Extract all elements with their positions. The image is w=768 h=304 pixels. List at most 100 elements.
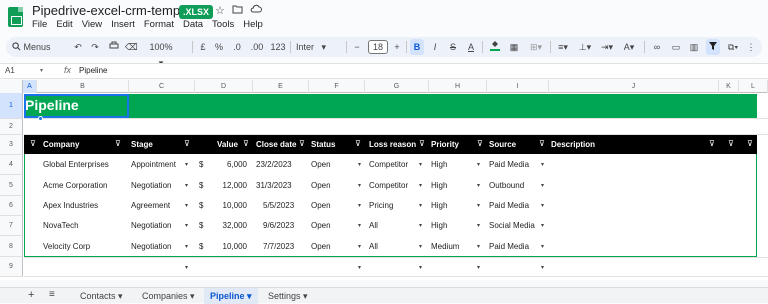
column-header-k[interactable]: K — [719, 80, 739, 93]
cell-status[interactable]: Open — [311, 160, 331, 169]
cell-value[interactable]: 10,000 — [218, 242, 247, 251]
filter-icon[interactable]: ⊽ — [299, 139, 305, 148]
cell-source[interactable]: Outbound — [489, 181, 524, 190]
all-sheets-icon[interactable]: ≡ — [49, 289, 55, 300]
cell-value[interactable]: 6,000 — [218, 160, 247, 169]
dropdown-arrow-icon[interactable]: ▾ — [477, 161, 480, 168]
dropdown-arrow-icon[interactable]: ▾ — [358, 222, 361, 229]
dropdown-arrow-icon[interactable]: ▾ — [541, 182, 544, 189]
menus-search[interactable]: Menus — [12, 39, 64, 55]
cell-close-date[interactable]: 31/3/2023 — [256, 181, 292, 190]
fill-handle[interactable] — [38, 116, 43, 121]
cell-priority[interactable]: High — [431, 201, 447, 210]
row-header-1[interactable]: 1 — [0, 93, 23, 119]
filter-icon[interactable]: ⊽ — [243, 139, 249, 148]
currency-format-button[interactable]: £ — [198, 39, 208, 55]
tab-companies[interactable]: Companies ▾ — [136, 288, 201, 304]
menu-insert[interactable]: Insert — [111, 19, 135, 30]
font-size-increase-button[interactable]: + — [392, 39, 402, 55]
dropdown-arrow-icon[interactable]: ▾ — [541, 243, 544, 250]
filter-icon[interactable]: ⊽ — [539, 139, 545, 148]
cell-priority[interactable]: High — [431, 160, 447, 169]
filter-icon[interactable]: ⊽ — [709, 139, 715, 148]
menu-format[interactable]: Format — [144, 19, 174, 30]
cell-loss-reason[interactable]: Pricing — [369, 201, 393, 210]
font-select[interactable]: Inter ▾ — [296, 39, 342, 55]
cell-stage[interactable]: Appointment — [131, 160, 176, 169]
dropdown-arrow-icon[interactable]: ▾ — [477, 243, 480, 250]
fill-color-icon[interactable] — [488, 39, 502, 55]
cell-status[interactable]: Open — [311, 242, 331, 251]
dropdown-arrow-icon[interactable]: ▾ — [541, 264, 544, 271]
filter-icon[interactable]: ⊽ — [184, 139, 190, 148]
font-size-input[interactable]: 18 — [368, 40, 388, 54]
filter-icon[interactable]: ⊽ — [115, 139, 121, 148]
chart-icon[interactable]: ▥ — [688, 39, 700, 55]
dropdown-arrow-icon[interactable]: ▾ — [419, 202, 422, 209]
cloud-icon[interactable] — [250, 4, 262, 16]
horizontal-align-icon[interactable]: ≡▾ — [554, 39, 572, 55]
menu-data[interactable]: Data — [183, 19, 203, 30]
filter-icon[interactable]: ⊽ — [728, 139, 734, 148]
more-icon[interactable]: ⋮ — [746, 39, 756, 55]
cell-stage[interactable]: Negotiation — [131, 181, 171, 190]
column-header-a[interactable]: A — [23, 80, 37, 93]
menu-file[interactable]: File — [32, 19, 47, 30]
filter-icon[interactable]: ⊽ — [355, 139, 361, 148]
paint-format-icon[interactable]: ⌫ — [125, 39, 138, 55]
menu-edit[interactable]: Edit — [56, 19, 72, 30]
row-header-6[interactable]: 6 — [0, 196, 23, 216]
dropdown-arrow-icon[interactable]: ▾ — [477, 202, 480, 209]
folder-icon[interactable] — [232, 4, 243, 17]
column-header-b[interactable]: B — [37, 80, 129, 93]
filter-icon[interactable] — [706, 39, 720, 55]
cell-stage[interactable]: Negotiation — [131, 221, 171, 230]
filter-views-icon[interactable]: ⧉▾ — [724, 39, 742, 55]
cell-value[interactable]: 12,000 — [218, 181, 247, 190]
tab-contacts[interactable]: Contacts ▾ — [74, 288, 129, 304]
sheet-grid[interactable]: A B C D E F G H I J K L 1 2 3 4 5 6 7 8 … — [0, 80, 768, 280]
column-header-h[interactable]: H — [429, 80, 487, 93]
dropdown-arrow-icon[interactable]: ▾ — [477, 264, 480, 271]
name-box[interactable]: A1 — [5, 66, 15, 75]
tab-pipeline[interactable]: Pipeline ▾ — [204, 288, 258, 304]
decrease-decimal-button[interactable]: .0 — [230, 39, 244, 55]
cell-loss-reason[interactable]: All — [369, 242, 378, 251]
cell-company[interactable]: Velocity Corp — [43, 242, 90, 251]
cell-close-date[interactable]: 23/2/2023 — [256, 160, 292, 169]
filter-icon[interactable]: ⊽ — [419, 139, 425, 148]
cell-status[interactable]: Open — [311, 181, 331, 190]
cell-status[interactable]: Open — [311, 201, 331, 210]
undo-icon[interactable]: ↶ — [72, 39, 84, 55]
borders-icon[interactable]: ▦ — [508, 39, 520, 55]
number-format-button[interactable]: 123 — [270, 39, 286, 55]
dropdown-arrow-icon[interactable]: ▾ — [358, 243, 361, 250]
add-sheet-button[interactable]: + — [28, 289, 34, 301]
cell-priority[interactable]: High — [431, 221, 447, 230]
dropdown-arrow-icon[interactable]: ▾ — [541, 161, 544, 168]
cell-close-date[interactable]: 9/6/2023 — [263, 221, 294, 230]
column-header-l[interactable]: L — [739, 80, 768, 93]
cell-loss-reason[interactable]: Competitor — [369, 160, 408, 169]
row-header-4[interactable]: 4 — [0, 155, 23, 175]
cell-source[interactable]: Paid Media — [489, 242, 529, 251]
dropdown-arrow-icon[interactable]: ▾ — [477, 182, 480, 189]
filter-icon[interactable]: ⊽ — [477, 139, 483, 148]
text-rotation-icon[interactable]: A▾ — [620, 39, 638, 55]
cell-stage[interactable]: Negotiation — [131, 242, 171, 251]
dropdown-arrow-icon[interactable]: ▾ — [541, 202, 544, 209]
cell-stage[interactable]: Agreement — [131, 201, 170, 210]
cell-value[interactable]: 10,000 — [218, 201, 247, 210]
strikethrough-button[interactable]: S — [448, 39, 458, 55]
percent-format-button[interactable]: % — [214, 39, 224, 55]
cell-company[interactable]: Apex Industries — [43, 201, 98, 210]
comment-icon[interactable]: ▭ — [670, 39, 682, 55]
column-header-i[interactable]: I — [487, 80, 549, 93]
column-header-j[interactable]: J — [549, 80, 719, 93]
text-wrap-icon[interactable]: ⇥▾ — [598, 39, 616, 55]
column-header-d[interactable]: D — [195, 80, 253, 93]
row-header-8[interactable]: 8 — [0, 236, 23, 257]
cell-company[interactable]: NovaTech — [43, 221, 79, 230]
filter-icon[interactable]: ⊽ — [30, 139, 36, 148]
star-icon[interactable]: ☆ — [215, 4, 225, 17]
